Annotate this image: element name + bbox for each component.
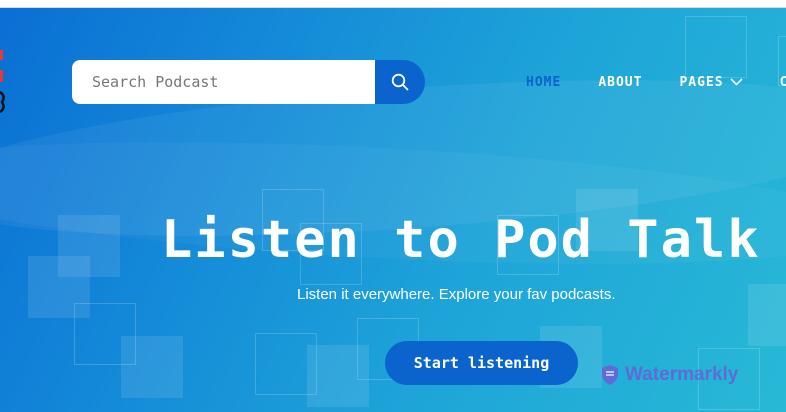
chevron-down-icon bbox=[730, 78, 743, 86]
nav-item-label: ABOUT bbox=[598, 74, 643, 90]
search-button[interactable] bbox=[375, 60, 425, 104]
main-nav: HOME ABOUT PAGES C bbox=[526, 72, 786, 92]
start-listening-button[interactable]: Start listening bbox=[385, 341, 578, 385]
watermark: Watermarkly bbox=[600, 364, 738, 386]
shield-icon bbox=[602, 365, 618, 385]
decor-square bbox=[748, 284, 786, 346]
nav-item-contact[interactable]: C bbox=[780, 75, 786, 90]
browser-top-strip bbox=[0, 0, 786, 8]
nav-item-pages[interactable]: PAGES bbox=[679, 74, 743, 90]
hero-title: Listen to Pod Talk bbox=[161, 210, 761, 270]
decor-square bbox=[685, 16, 747, 78]
hero-subtitle: Listen it everywhere. Explore your fav p… bbox=[297, 286, 616, 303]
search-input[interactable] bbox=[72, 60, 375, 104]
search-icon bbox=[391, 73, 409, 91]
hero-section: HOME ABOUT PAGES C Listen to Pod Talk Li… bbox=[0, 8, 786, 412]
nav-item-about[interactable]: ABOUT bbox=[598, 75, 642, 90]
watermark-text: Watermarkly bbox=[625, 364, 739, 385]
nav-item-label: C bbox=[779, 74, 786, 90]
decor-square bbox=[121, 336, 183, 398]
nav-item-label: HOME bbox=[526, 74, 562, 90]
nav-item-label: PAGES bbox=[679, 74, 724, 90]
logo-fragment bbox=[0, 50, 5, 113]
search-bar bbox=[72, 60, 425, 104]
nav-item-home[interactable]: HOME bbox=[526, 75, 561, 90]
